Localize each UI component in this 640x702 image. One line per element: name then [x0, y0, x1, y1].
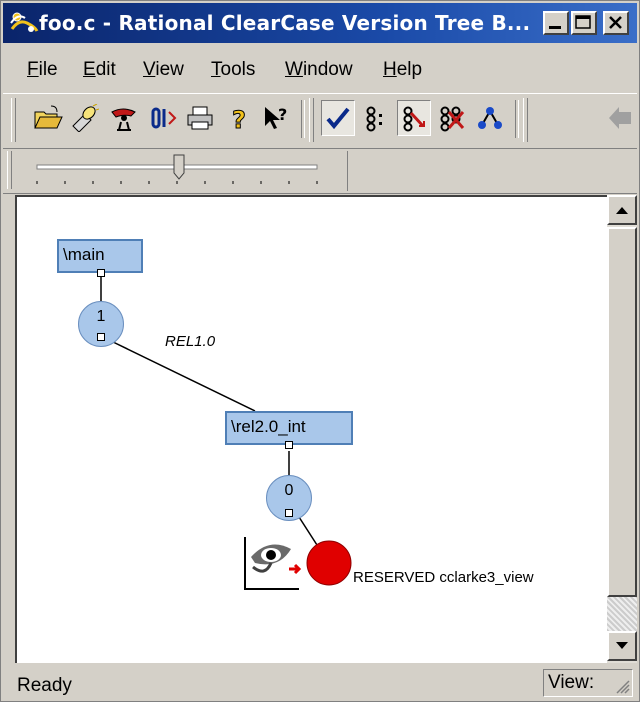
- checkmark-button[interactable]: [321, 100, 355, 136]
- bird-icon: [111, 108, 136, 131]
- branch-main-handle[interactable]: [97, 269, 105, 277]
- whats-this-button[interactable]: ?: [259, 100, 293, 136]
- merge-button[interactable]: [147, 100, 181, 136]
- help-icon: ?: [232, 106, 247, 133]
- tree-button[interactable]: [473, 100, 507, 136]
- arrow-down-icon: [616, 642, 628, 649]
- toolbar-grip-3[interactable]: [523, 98, 528, 142]
- scroll-track[interactable]: [607, 597, 637, 631]
- menu-view[interactable]: View: [143, 59, 184, 81]
- version-rel-0-handle[interactable]: [285, 509, 293, 517]
- version-tree-window: foo.c - Rational ClearCase Version Tree …: [0, 0, 640, 702]
- merge-icon: [151, 107, 177, 129]
- menu-tools-label: Tools: [211, 59, 256, 80]
- vertical-scrollbar[interactable]: [607, 195, 637, 663]
- menu-window-label: Window: [285, 59, 353, 80]
- svg-text:?: ?: [278, 105, 287, 124]
- bird-button[interactable]: [107, 100, 141, 136]
- menu-edit[interactable]: Edit: [83, 59, 116, 81]
- menu-help-label: Help: [383, 59, 423, 80]
- status-bar: Ready View:: [3, 665, 637, 701]
- branch-rel2-int-handle[interactable]: [285, 441, 293, 449]
- close-button[interactable]: [603, 11, 629, 35]
- zoom-slider[interactable]: [17, 151, 327, 191]
- version-label-rel: REL1.0: [165, 333, 216, 350]
- checkout-status-text: RESERVED cclarke3_view: [353, 569, 534, 586]
- branch-rel2-int[interactable]: \rel2.0_int: [225, 411, 353, 445]
- flashlight-icon: [72, 104, 99, 132]
- menu-file[interactable]: File: [27, 59, 58, 81]
- toolbar-separator-2: [515, 100, 519, 138]
- show-all-icon: [403, 106, 425, 132]
- menu-window[interactable]: Window: [285, 59, 353, 81]
- menu-tools[interactable]: Tools: [211, 59, 255, 81]
- print-icon: [187, 106, 213, 130]
- zoom-slider-thumb: [173, 154, 185, 180]
- toolbar-grip-2[interactable]: [309, 98, 314, 142]
- toolbar: ? ?: [3, 93, 637, 149]
- menu-bar: File Edit View Tools Window Help: [3, 45, 637, 91]
- arrow-up-icon: [616, 207, 628, 214]
- slider-grip[interactable]: [7, 151, 12, 189]
- open-folder-icon: [34, 105, 63, 129]
- hide-versions-button[interactable]: [435, 100, 469, 136]
- tree-icon: [478, 107, 502, 129]
- whats-this-icon: ?: [265, 105, 287, 129]
- version-main-1-handle[interactable]: [97, 333, 105, 341]
- toolbar-grip[interactable]: [11, 98, 16, 142]
- version-main-1-label: 1: [96, 308, 106, 325]
- maximize-icon: [575, 15, 591, 29]
- hide-versions-icon: [440, 106, 465, 132]
- scroll-thumb[interactable]: [607, 227, 637, 597]
- status-view-pane: View:: [543, 669, 633, 697]
- branch-main-label: \main: [63, 245, 105, 264]
- branch-rel2-int-label: \rel2.0_int: [231, 417, 306, 436]
- menu-file-label: File: [27, 59, 58, 80]
- clearcase-app-icon: [10, 12, 39, 32]
- menu-edit-label: Edit: [83, 59, 116, 80]
- zoom-slider-row: [3, 149, 637, 194]
- minimize-button[interactable]: [543, 11, 569, 35]
- checkout-reserved-node[interactable]: [305, 539, 353, 587]
- print-button[interactable]: [183, 100, 217, 136]
- window-title: foo.c - Rational ClearCase Version Tree …: [39, 11, 531, 35]
- svg-text:?: ?: [232, 106, 246, 132]
- toolbar-separator: [301, 100, 305, 138]
- versions-list-button[interactable]: [359, 100, 393, 136]
- version-tree-canvas[interactable]: \main 1 REL1.0 \rel2.0_int 0 RESERVED cc…: [15, 195, 607, 663]
- status-ready-text: Ready: [17, 675, 72, 696]
- resize-grip-icon[interactable]: [614, 678, 630, 694]
- checkout-eye-icon: [244, 537, 302, 590]
- help-button[interactable]: ?: [221, 100, 255, 136]
- back-button[interactable]: [603, 100, 637, 136]
- title-bar[interactable]: foo.c - Rational ClearCase Version Tree …: [3, 3, 637, 43]
- branch-main[interactable]: \main: [57, 239, 143, 273]
- show-all-button[interactable]: [397, 100, 431, 136]
- version-rel-0-label: 0: [284, 482, 294, 499]
- versions-list-icon: [366, 106, 382, 132]
- scroll-up-button[interactable]: [607, 195, 637, 225]
- scroll-down-button[interactable]: [607, 631, 637, 661]
- menu-view-label: View: [143, 59, 184, 80]
- find-button[interactable]: [67, 100, 101, 136]
- checkmark-icon: [326, 107, 350, 130]
- back-arrow-icon: [609, 107, 631, 129]
- zoom-slider-panel: [17, 151, 348, 191]
- status-view-label: View:: [548, 672, 595, 693]
- close-icon: [609, 16, 622, 29]
- maximize-button[interactable]: [571, 11, 597, 35]
- menu-help[interactable]: Help: [383, 59, 422, 81]
- open-button[interactable]: [31, 100, 65, 136]
- minimize-icon: [549, 26, 561, 29]
